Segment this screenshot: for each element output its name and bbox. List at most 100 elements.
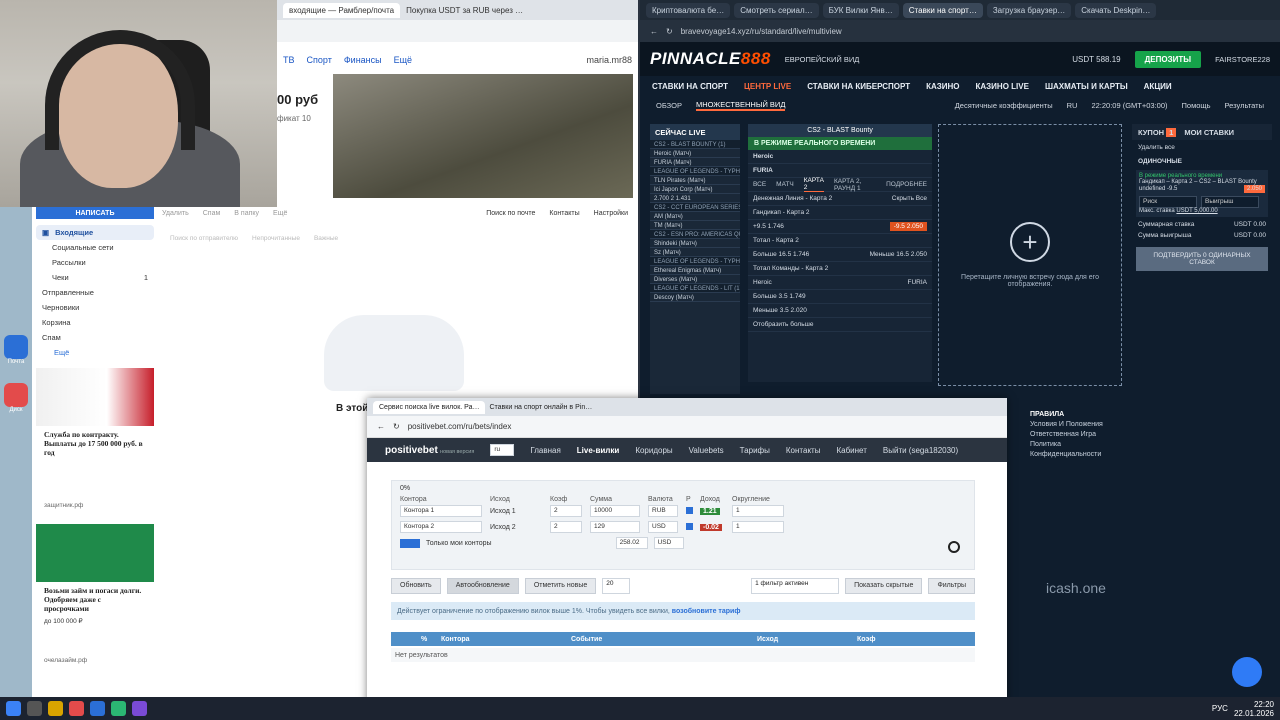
tab-deskpin[interactable]: Скачать Deskpin…	[1075, 2, 1157, 18]
market-row[interactable]: Отобразить больше	[748, 318, 932, 332]
menu-live[interactable]: ЦЕНТР LIVE	[744, 82, 791, 91]
lang-select[interactable]: RU	[1067, 101, 1078, 110]
windows-start-icon[interactable]	[6, 701, 21, 716]
market-row[interactable]: Тотал Команды - Карта 2	[748, 262, 932, 276]
live-match-row[interactable]: 2.700 2 1.431	[650, 194, 740, 203]
risk-input[interactable]: Риск	[1139, 196, 1197, 208]
back-icon[interactable]: ←	[377, 422, 385, 431]
market-row[interactable]: Больше 16.5 1.746 Меньше 16.5 2.050	[748, 248, 932, 262]
evt-tab-map2[interactable]: КАРТА 2	[803, 177, 824, 192]
folder-more[interactable]: Ещё	[36, 345, 154, 360]
pinnacle-address-bar[interactable]: ← ↻ bravevoyage14.xyz/ru/standard/live/mul…	[640, 20, 1280, 42]
live-match-row[interactable]: Shindeki (Матч)	[650, 239, 740, 248]
live-league-row[interactable]: LEAGUE OF LEGENDS - TYPHOO LP…	[650, 257, 740, 266]
calc-s[interactable]: 129	[590, 521, 640, 533]
tab-positivebet[interactable]: Сервис поиска live вилок. Ра…	[373, 400, 486, 414]
calc-c[interactable]: 2	[550, 505, 582, 517]
nav-more[interactable]: Ещё	[394, 55, 412, 65]
live-match-row[interactable]: Ethereal Enigmas (Матч)	[650, 266, 740, 275]
menu-sports[interactable]: СТАВКИ НА СПОРТ	[652, 82, 728, 91]
tab-pinnacle[interactable]: Ставки на спорт…	[902, 2, 983, 18]
nav-valuebets[interactable]: Valuebets	[689, 446, 724, 455]
evt-tab-match[interactable]: МАТЧ	[776, 181, 794, 188]
chat-icon[interactable]	[1232, 657, 1262, 687]
refresh-button[interactable]: Обновить	[391, 578, 441, 594]
my-bets-tab[interactable]: МОИ СТАВКИ	[1184, 128, 1234, 137]
pinnacle-logo[interactable]: PINNACLE888	[650, 49, 771, 69]
calc-k[interactable]: Контора 2	[400, 521, 482, 533]
settings-link[interactable]: Настройки	[594, 210, 628, 217]
close-calc-icon[interactable]	[948, 541, 960, 553]
filter-unread[interactable]: Непрочитанные	[252, 235, 300, 242]
input-lang[interactable]: РУС	[1212, 704, 1228, 713]
tb-spam[interactable]: Спам	[203, 210, 221, 217]
user-menu[interactable]: FAIRSTORE228	[1215, 55, 1270, 64]
calc-s[interactable]: 10000	[590, 505, 640, 517]
live-league-row[interactable]: CS2 - BLAST BOUNTY (1)	[650, 140, 740, 149]
evt-tab-more[interactable]: ПОДРОБНЕЕ	[886, 181, 927, 188]
app-icon[interactable]	[111, 701, 126, 716]
nav-cabinet[interactable]: Кабинет	[836, 446, 866, 455]
tb-folder[interactable]: В папку	[234, 210, 259, 217]
menu-esports[interactable]: СТАВКИ НА КИБЕРСПОРТ	[807, 82, 910, 91]
tb-more[interactable]: Ещё	[273, 210, 287, 217]
tab-buk[interactable]: БУК Вилки Янв…	[822, 2, 899, 18]
market-row[interactable]: +9.5 1.746 -9.5 2.050	[748, 220, 932, 234]
deposit-button[interactable]: ДЕПОЗИТЫ	[1134, 50, 1202, 68]
odds-format[interactable]: Десятичные коэффициенты	[955, 101, 1053, 110]
menu-promo[interactable]: АКЦИИ	[1144, 82, 1172, 91]
calc-k[interactable]: Контора 1	[400, 505, 482, 517]
tab-download[interactable]: Загрузка браузер…	[986, 2, 1072, 18]
pos-logo[interactable]: positivebet новая версия	[385, 445, 474, 456]
tab-series[interactable]: Смотреть сериал…	[734, 2, 819, 18]
write-button[interactable]: НАПИСАТЬ	[36, 207, 154, 219]
mail-search[interactable]: Поиск по почте	[486, 210, 535, 217]
live-league-row[interactable]: CS2 - CCT EUROPEAN SERIES 13 (1)	[650, 203, 740, 212]
contacts-link[interactable]: Контакты	[549, 210, 579, 217]
filters-button[interactable]: Фильтры	[928, 578, 975, 594]
tab-crypto[interactable]: Криптовалюта бе…	[646, 2, 731, 18]
filter-important[interactable]: Важные	[314, 235, 338, 242]
evt-tab-round[interactable]: КАРТА 2, РАУНД 1	[834, 178, 876, 192]
calc-r[interactable]: 1	[732, 505, 784, 517]
nav-live-arbs[interactable]: Live-вилки	[577, 446, 620, 455]
lang-select[interactable]: ru	[490, 444, 515, 456]
drop-zone[interactable]: + Перетащите личную встречу сюда для его…	[938, 124, 1122, 386]
view-select[interactable]: ЕВРОПЕЙСКИЙ ВИД	[785, 55, 860, 64]
checkbox-icon[interactable]	[686, 506, 693, 514]
live-league-row[interactable]: LEAGUE OF LEGENDS - LIT (1)	[650, 284, 740, 293]
market-row[interactable]: Гандикап - Карта 2	[748, 206, 932, 220]
nav-contacts[interactable]: Контакты	[786, 446, 821, 455]
search-icon[interactable]	[27, 701, 42, 716]
link-privacy[interactable]: Политика Конфиденциальности	[1030, 440, 1130, 460]
live-match-row[interactable]: Heroic (Матч)	[650, 149, 740, 158]
calc-c[interactable]: 2	[550, 521, 582, 533]
tb-delete[interactable]: Удалить	[162, 210, 189, 217]
menu-chess[interactable]: ШАХМАТЫ И КАРТЫ	[1045, 82, 1128, 91]
delete-all[interactable]: Удалить все	[1132, 140, 1272, 155]
menu-casino-live[interactable]: КАЗИНО LIVE	[976, 82, 1029, 91]
link-terms[interactable]: Условия И Положения	[1030, 420, 1130, 430]
nav-finance[interactable]: Финансы	[344, 55, 382, 65]
live-match-row[interactable]: Sz (Матч)	[650, 248, 740, 257]
autorefresh-button[interactable]: Автообновление	[446, 578, 519, 594]
live-match-row[interactable]: Ici Japon Corp (Матч)	[650, 185, 740, 194]
dock-mail[interactable]: Почта	[0, 335, 32, 365]
renew-tariff-link[interactable]: возобновите тариф	[672, 608, 741, 615]
folder-drafts[interactable]: Черновики	[36, 300, 154, 315]
checkbox-icon[interactable]	[686, 522, 693, 530]
help-link[interactable]: Помощь	[1182, 101, 1211, 110]
live-match-row[interactable]: Descoy (Матч)	[650, 293, 740, 302]
sub-overview[interactable]: ОБЗОР	[656, 101, 682, 110]
live-match-row[interactable]: Diverses (Матч)	[650, 275, 740, 284]
nav-logout[interactable]: Выйти (sega182030)	[883, 446, 958, 455]
calc-v[interactable]: RUB	[648, 505, 678, 517]
market-row[interactable]: Больше 3.5 1.749	[748, 290, 932, 304]
confirm-bet-button[interactable]: ПОДТВЕРДИТЬ 0 ОДИНАРНЫХ СТАВОК	[1136, 247, 1268, 271]
coupon-tab[interactable]: КУПОН 1	[1138, 127, 1177, 137]
folder-social[interactable]: Социальные сети	[36, 240, 154, 255]
explorer-icon[interactable]	[48, 701, 63, 716]
team-1[interactable]: Heroic	[748, 150, 932, 164]
market-row[interactable]: Меньше 3.5 2.020	[748, 304, 932, 318]
tab-pinnacle-bets[interactable]: Ставки на спорт онлайн в Pin…	[489, 404, 592, 411]
